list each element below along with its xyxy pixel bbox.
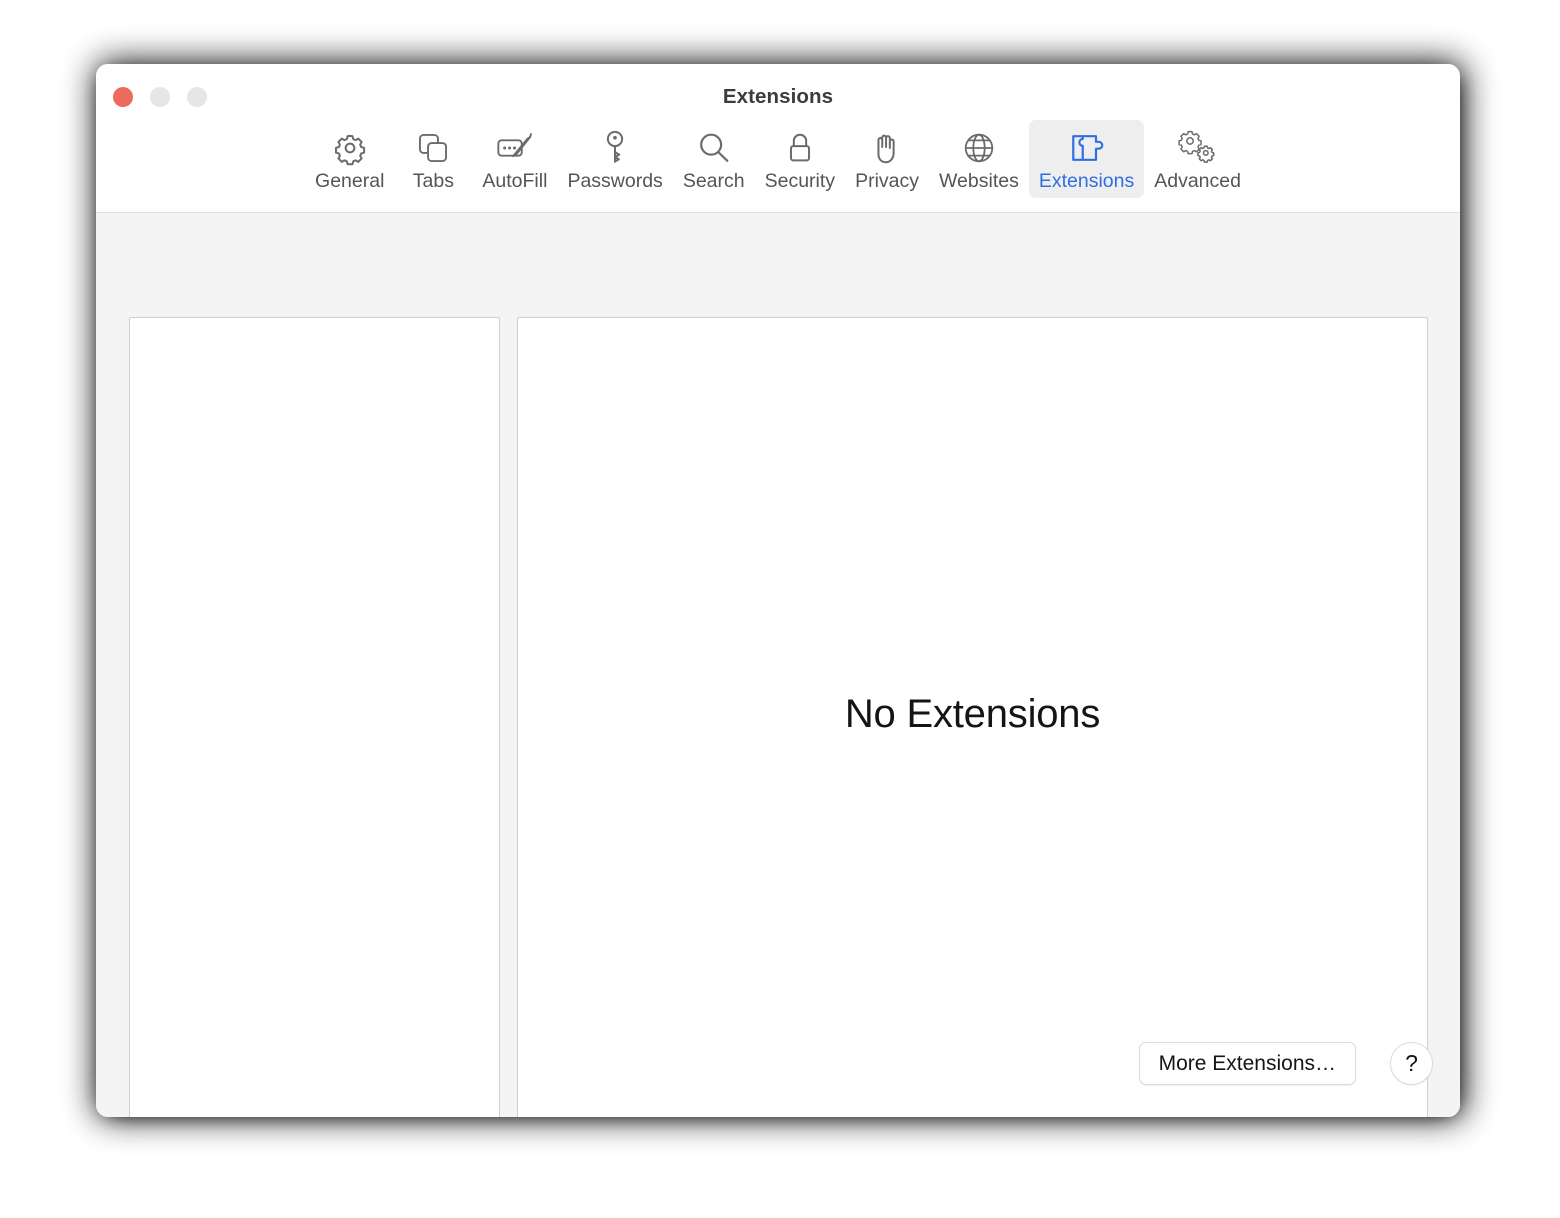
tab-general[interactable]: General: [305, 120, 394, 198]
padlock-icon: [785, 128, 815, 168]
key-icon: [602, 128, 628, 168]
tab-label: Privacy: [855, 170, 919, 192]
tab-label: Websites: [939, 170, 1019, 192]
tab-advanced[interactable]: Advanced: [1144, 120, 1251, 198]
magnifier-icon: [695, 128, 733, 168]
tab-label: Tabs: [412, 170, 454, 192]
tab-label: Search: [682, 170, 745, 192]
gear-icon: [331, 128, 369, 168]
tab-extensions[interactable]: Extensions: [1028, 120, 1145, 198]
hand-icon: [870, 128, 904, 168]
tab-label: Passwords: [567, 170, 663, 192]
tab-label: AutoFill: [482, 170, 548, 192]
tab-tabs[interactable]: Tabs: [394, 120, 472, 198]
autofill-pencil-icon: [495, 128, 535, 168]
empty-state-message: No Extensions: [844, 691, 1101, 736]
tabs-icon: [415, 128, 451, 168]
window-title: Extensions: [722, 85, 834, 108]
more-extensions-button[interactable]: More Extensions…: [1138, 1042, 1356, 1085]
safari-preferences-window: Extensions General Tabs AutoFill Passwor…: [96, 64, 1460, 1117]
tab-search[interactable]: Search: [673, 120, 755, 198]
tab-label: General: [315, 170, 385, 192]
extensions-list-pane[interactable]: [129, 317, 500, 1117]
tab-label: Advanced: [1154, 170, 1241, 192]
window-titlebar: Extensions General Tabs AutoFill Passwor…: [96, 64, 1460, 213]
preferences-content: No Extensions More Extensions… ?: [96, 213, 1460, 1117]
tab-passwords[interactable]: Passwords: [557, 120, 672, 198]
tab-privacy[interactable]: Privacy: [845, 120, 929, 198]
tab-autofill[interactable]: AutoFill: [472, 120, 557, 198]
globe-icon: [960, 128, 998, 168]
preferences-footer: More Extensions… ?: [96, 1025, 1460, 1117]
tab-websites[interactable]: Websites: [929, 120, 1029, 198]
help-button[interactable]: ?: [1390, 1042, 1433, 1085]
puzzle-piece-icon: [1067, 128, 1107, 168]
double-gear-icon: [1177, 128, 1219, 168]
tab-label: Extensions: [1038, 170, 1135, 192]
extension-detail-pane: No Extensions: [517, 317, 1428, 1117]
tab-label: Security: [764, 170, 836, 192]
preferences-toolbar: General Tabs AutoFill Passwords Search S…: [96, 120, 1460, 198]
tab-security[interactable]: Security: [755, 120, 845, 198]
